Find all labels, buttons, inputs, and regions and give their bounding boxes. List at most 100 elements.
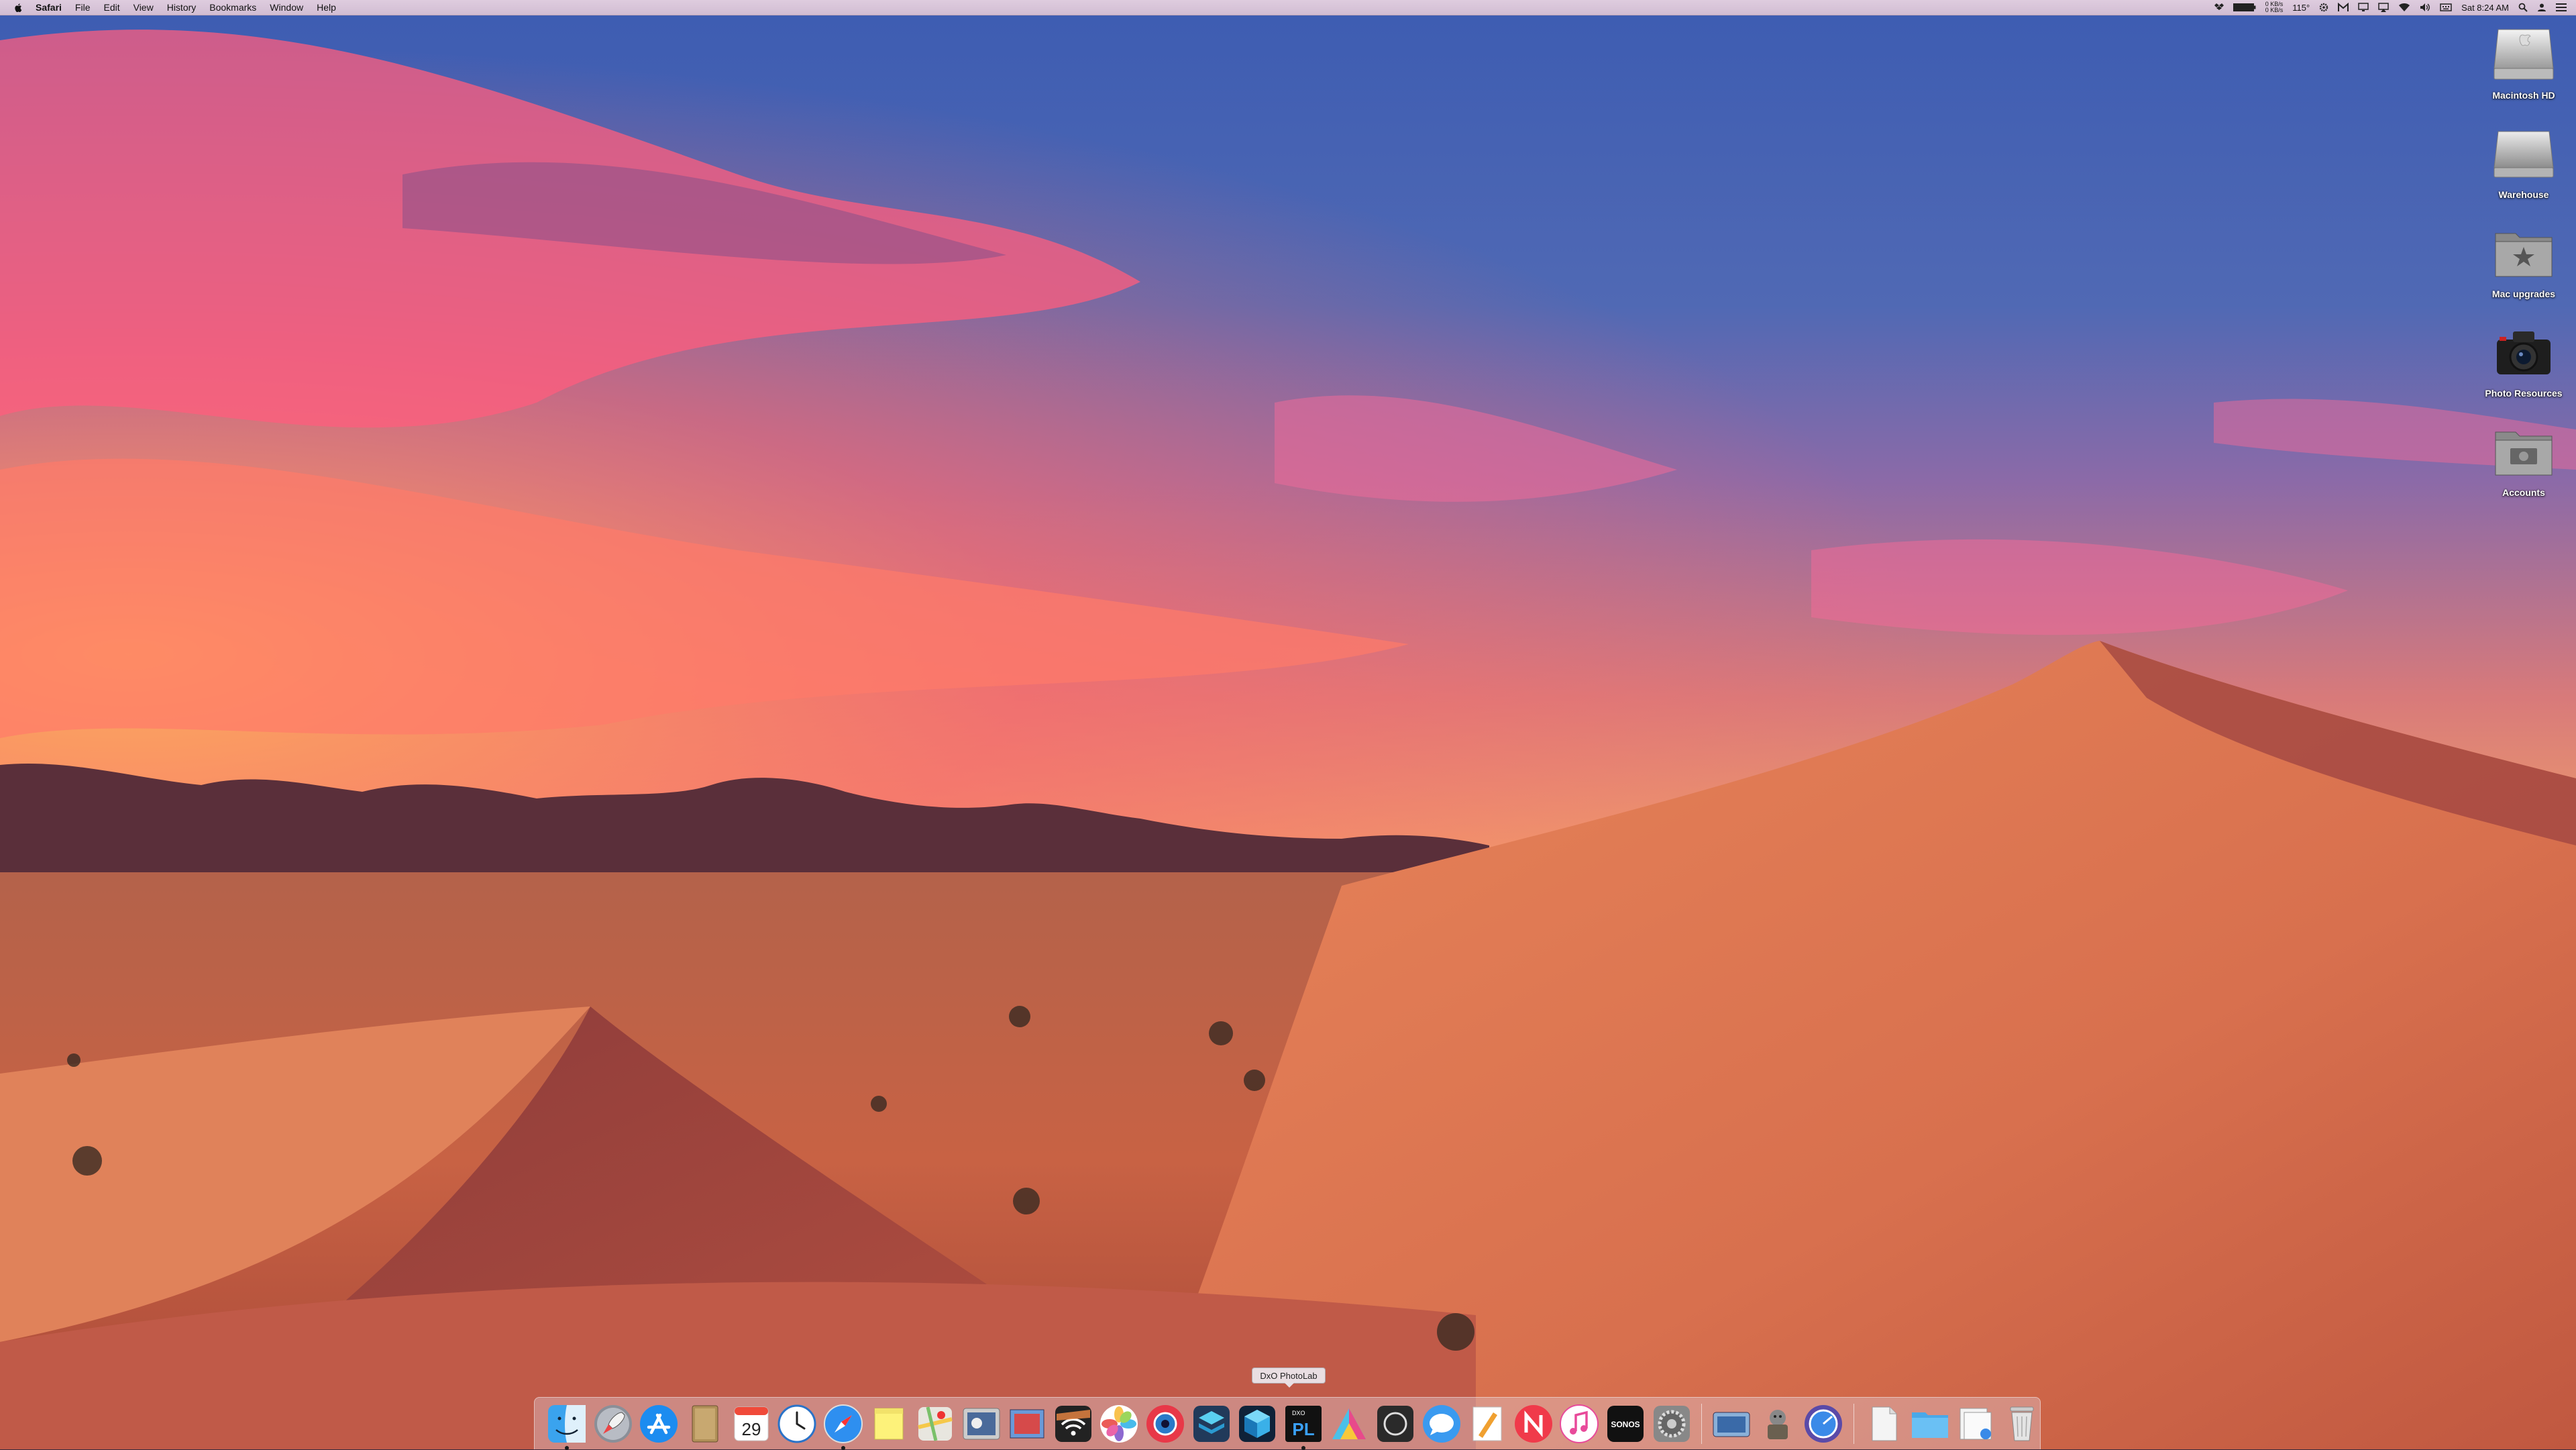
menu-history[interactable]: History [167,0,197,15]
dock-cube-app[interactable] [1236,1403,1278,1445]
camera-lens-icon [1146,1404,1185,1443]
map-icon [918,1406,953,1441]
network-download: 0 KB/s [2265,7,2284,13]
dock-safari[interactable] [822,1403,864,1450]
sticky-note-icon [874,1408,904,1439]
dock-app-store[interactable] [638,1403,680,1445]
dock-calendar[interactable]: 29 [731,1403,772,1445]
photo-frame-icon [963,1408,1000,1439]
desktop-icon-warehouse[interactable]: Warehouse [2463,119,2576,200]
dock-circle-app[interactable] [1375,1403,1416,1445]
dock-disk-utility[interactable] [1803,1403,1844,1445]
dock-sonos[interactable]: SONOS [1605,1403,1646,1445]
menu-help[interactable]: Help [317,0,336,15]
external-drive-icon [2490,119,2557,187]
music-note-icon [1560,1404,1599,1443]
wifi-icon[interactable] [2398,3,2410,12]
menu-app-name[interactable]: Safari [36,0,62,15]
desktop-icon-photo-resources[interactable]: Photo Resources [2463,318,2576,399]
safari-compass-icon [823,1404,863,1443]
calendar-icon: 29 [734,1406,769,1441]
camera-icon [2490,318,2557,385]
menu-file[interactable]: File [75,0,91,15]
dock-maps[interactable] [914,1403,956,1445]
dock-news[interactable] [1513,1403,1554,1445]
dollar-folder-icon [2490,417,2557,484]
photos-flower-icon [1100,1404,1138,1443]
desktop-icon-accounts[interactable]: Accounts [2463,417,2576,498]
robot-icon [1767,1409,1788,1439]
dock-dxo-photolab[interactable]: DXO PL [1283,1403,1324,1450]
dock-photo-browser[interactable] [961,1403,1002,1445]
dock-finder[interactable] [546,1403,588,1450]
volume-icon[interactable] [2420,3,2430,12]
dock-downloads-stack[interactable] [1955,1403,1996,1445]
dock-affinity[interactable] [1191,1403,1232,1445]
dock-preview[interactable] [1006,1403,1048,1445]
dock-tooltip: DxO PhotoLab [1252,1367,1326,1388]
dock-launchpad[interactable] [592,1403,634,1445]
network-speed-readout[interactable]: 0 KB/s 0 KB/s [2265,1,2284,13]
ring-icon [1377,1405,1413,1442]
trash-icon [2010,1406,2034,1441]
notebook-icon [692,1405,718,1442]
battery-monitor-icon[interactable] [2233,3,2256,12]
display-icon[interactable] [2358,3,2369,12]
apple-logo-icon[interactable] [13,3,22,13]
dock-itunes[interactable] [1558,1403,1600,1445]
dock-photos[interactable] [1098,1403,1140,1445]
dock-automator[interactable] [1757,1403,1799,1445]
photolab-label: PL [1292,1419,1314,1439]
gear-icon [1653,1405,1690,1442]
dock-wifi-explorer[interactable] [1053,1403,1094,1445]
rocket-icon [594,1404,632,1443]
dock-time-machine[interactable] [776,1403,818,1445]
dock-stickies[interactable] [868,1403,910,1445]
dock-system-preferences[interactable] [1651,1403,1693,1445]
dock-folder-stack[interactable] [1909,1403,1951,1445]
folder-icon [1911,1412,1948,1438]
dock-prism[interactable] [1328,1403,1370,1445]
dock-image-capture[interactable] [1711,1403,1752,1445]
dock-documents-stack[interactable] [1863,1403,1904,1445]
menu-window[interactable]: Window [270,0,303,15]
mail-app-icon[interactable] [2338,3,2349,12]
dock-trash[interactable] [2001,1403,2043,1445]
dropbox-icon[interactable] [2214,3,2224,12]
photolab-brand: DXO [1292,1410,1305,1416]
desktop-icon-macintosh-hd[interactable]: Macintosh HD [2463,20,2576,101]
preview-icon [1010,1409,1044,1438]
dock-separator [1701,1403,1702,1444]
user-account-icon[interactable] [2537,3,2546,12]
clock-icon [777,1404,816,1443]
spotlight-search-icon[interactable] [2518,3,2528,12]
sonos-label: SONOS [1611,1420,1640,1429]
menu-view[interactable]: View [133,0,154,15]
notification-center-icon[interactable] [2556,3,2567,12]
temperature-readout[interactable]: 115° [2292,3,2310,13]
desktop-icon-label: Macintosh HD [2492,90,2555,101]
pages-pen-icon [1472,1406,1502,1441]
desktop-icon-mac-upgrades[interactable]: Mac upgrades [2463,219,2576,299]
menu-edit[interactable]: Edit [103,0,119,15]
news-icon [1514,1404,1552,1443]
chat-bubble-icon [1422,1404,1460,1443]
menu-bookmarks[interactable]: Bookmarks [209,0,256,15]
dock-messages[interactable] [1421,1403,1462,1445]
desktop-wallpaper [0,0,2576,1449]
sonos-icon: SONOS [1607,1405,1644,1442]
airplay-icon[interactable] [2378,3,2389,12]
downloads-icon [1960,1408,1992,1439]
calendar-day: 29 [741,1419,761,1439]
dock-photo-booth[interactable] [1144,1403,1186,1445]
finder-icon [548,1404,586,1443]
dock-notefile[interactable] [684,1403,726,1445]
desktop-icon-label: Mac upgrades [2491,289,2556,299]
wifi-signal-icon [1055,1405,1091,1442]
menubar-clock[interactable]: Sat 8:24 AM [2461,3,2509,13]
desktop-icon-label: Warehouse [2498,189,2549,200]
dock-pages[interactable] [1466,1403,1508,1445]
gear-icon[interactable] [2319,3,2328,12]
prism-triangle-icon [1332,1408,1366,1439]
keyboard-viewer-icon[interactable] [2440,3,2452,12]
